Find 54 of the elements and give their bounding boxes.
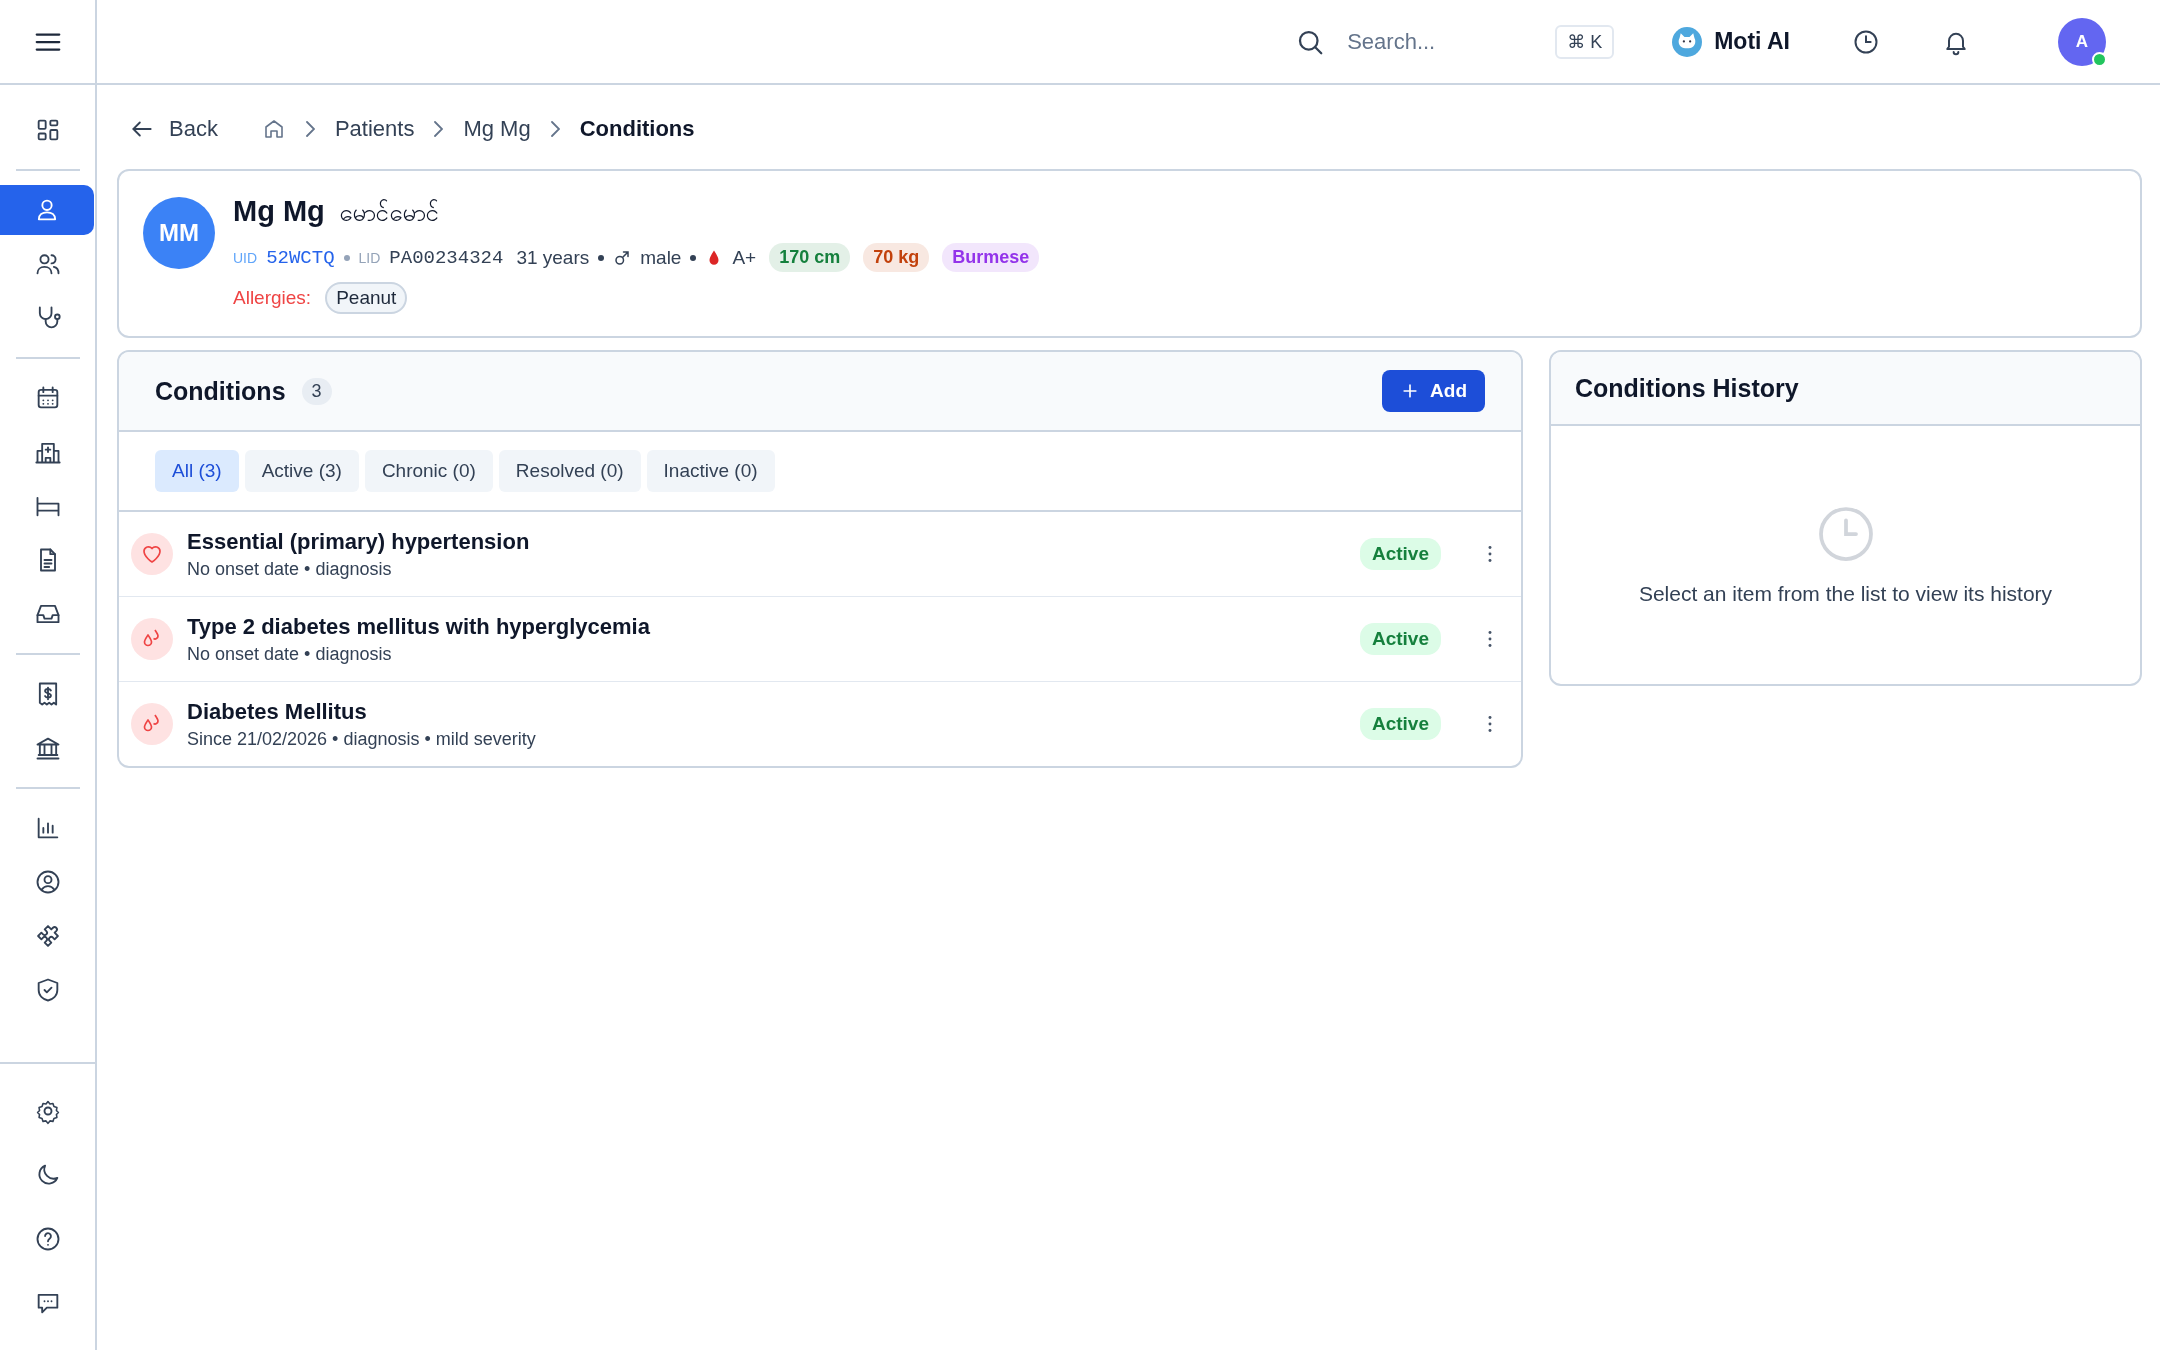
condition-detail: No onset date • diagnosis (187, 643, 393, 665)
filter-tab[interactable]: Inactive (0) (646, 450, 775, 492)
gender-text: male (640, 246, 682, 269)
separator-dot (343, 254, 350, 261)
user-avatar[interactable]: A (2058, 17, 2106, 66)
male-symbol-icon (613, 248, 632, 267)
status-badge: Active (1359, 708, 1441, 740)
allergies-label: Allergies: (233, 287, 312, 309)
back-button[interactable]: Back (117, 116, 218, 142)
condition-detail: No onset date • diagnosis (187, 558, 393, 580)
chevron-right-icon (434, 121, 444, 137)
chevron-right-icon (550, 121, 560, 137)
filter-tab[interactable]: All (3) (155, 450, 239, 492)
lid-value: PA00234324 (389, 246, 504, 269)
condition-detail: Since 21/02/2026 • diagnosis • mild severity (187, 728, 537, 750)
shortcut-key: ⌘ K (1555, 24, 1615, 59)
count-badge: 3 (301, 377, 332, 405)
separator-dot (598, 254, 605, 261)
condition-row[interactable]: Diabetes Mellitus Since 21/02/2026 • diagnosis • mild severity Active (119, 682, 1521, 766)
chevron-right-icon (305, 121, 315, 137)
condition-name: Diabetes Mellitus (187, 698, 368, 725)
history-title: Conditions History (1575, 373, 1799, 403)
age-text: 31 years (516, 246, 590, 269)
sidebar-item[interactable] (0, 185, 94, 235)
patient-tag: 70 kg (863, 243, 930, 272)
uid-value[interactable]: 52WCTQ (266, 246, 335, 269)
patient-tag: 170 cm (769, 243, 851, 272)
assistant-button[interactable]: Moti AI (1672, 26, 1790, 57)
separator-dot (690, 254, 697, 261)
patient-avatar: MM (143, 197, 215, 269)
condition-name: Essential (primary) hypertension (187, 528, 531, 555)
allergy-chip: Peanut (325, 282, 408, 314)
patient-tag: Burmese (942, 243, 1040, 272)
filter-tab[interactable]: Active (3) (244, 450, 359, 492)
search-field[interactable]: Search... (1345, 27, 1500, 56)
patient-name: Mg Mg (233, 195, 325, 228)
condition-row[interactable]: Type 2 diabetes mellitus with hyperglycemia No onset date • diagnosis Active (119, 597, 1521, 682)
breadcrumb-link[interactable]: Mg Mg (463, 116, 531, 142)
breadcrumb-link[interactable]: Conditions (579, 116, 695, 142)
condition-row[interactable]: Essential (primary) hypertension No onset date • diagnosis Active (119, 512, 1521, 597)
conditions-title: Conditions (155, 376, 286, 406)
status-badge: Active (1359, 623, 1441, 655)
add-button[interactable]: Add (1382, 370, 1485, 412)
status-badge: Active (1359, 538, 1441, 570)
filter-tab[interactable]: Resolved (0) (498, 450, 641, 492)
patient-local-name: မောင်မောင် (338, 198, 439, 228)
filter-tab[interactable]: Chronic (0) (364, 450, 493, 492)
breadcrumb-link[interactable]: Patients (334, 116, 415, 142)
condition-name: Type 2 diabetes mellitus with hyperglycemia (187, 613, 651, 640)
lid-label: LID (358, 249, 381, 266)
uid-label: UID (233, 249, 258, 266)
empty-message: Select an item from the list to view its history (1638, 582, 2053, 606)
cat-face-icon (1672, 26, 1703, 57)
blood-type-text: A+ (732, 246, 757, 269)
